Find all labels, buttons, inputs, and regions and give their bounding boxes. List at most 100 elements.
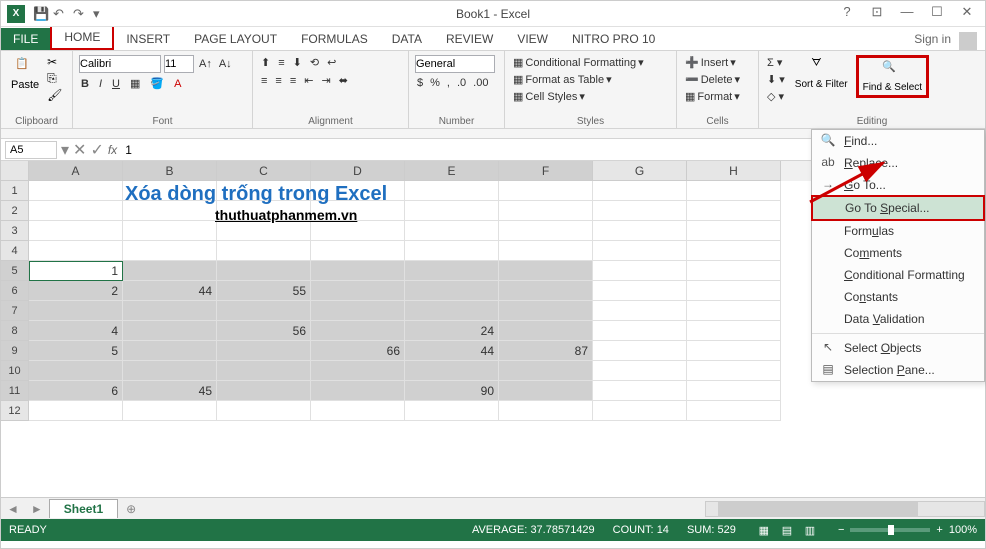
cell[interactable] [29,201,123,221]
find-select-button[interactable]: 🔍 Find & Select [856,55,929,98]
row-header[interactable]: 11 [1,381,29,401]
cell[interactable] [687,261,781,281]
orientation-icon[interactable]: ⟲ [308,55,321,70]
cell[interactable] [687,361,781,381]
cell[interactable] [499,221,593,241]
cell[interactable] [687,401,781,421]
cell[interactable] [123,321,217,341]
undo-icon[interactable]: ↶ [53,6,69,22]
close-icon[interactable]: ✕ [953,4,981,24]
cell[interactable] [405,261,499,281]
sort-filter-button[interactable]: ᗊ Sort & Filter [791,55,852,92]
cell[interactable] [593,381,687,401]
ribbon-options-icon[interactable]: ⊡ [863,4,891,24]
cell[interactable]: 44 [405,341,499,361]
align-middle-icon[interactable]: ≡ [276,55,286,70]
increase-indent-icon[interactable]: ⇥ [319,73,332,88]
cell[interactable] [499,321,593,341]
cell[interactable] [311,361,405,381]
cell[interactable] [311,221,405,241]
cell[interactable]: 44 [123,281,217,301]
number-format-combo[interactable] [415,55,495,73]
row-header[interactable]: 3 [1,221,29,241]
align-top-icon[interactable]: ⬆ [259,55,272,70]
select-all-corner[interactable] [1,161,29,181]
cut-icon[interactable]: ✂ [47,55,62,69]
cell[interactable] [687,181,781,201]
decrease-indent-icon[interactable]: ⇤ [302,73,315,88]
cell[interactable] [499,401,593,421]
cell[interactable] [593,241,687,261]
cell[interactable] [217,341,311,361]
align-center-icon[interactable]: ≡ [273,73,283,88]
cell[interactable]: 66 [311,341,405,361]
column-header[interactable]: B [123,161,217,181]
column-header[interactable]: H [687,161,781,181]
column-header[interactable]: D [311,161,405,181]
font-color-button[interactable]: A [172,76,183,91]
conditional-formatting-button[interactable]: ▦ Conditional Formatting ▾ [511,55,646,70]
cell[interactable] [405,301,499,321]
cell[interactable] [29,241,123,261]
cell[interactable] [29,221,123,241]
cell[interactable] [593,341,687,361]
row-header[interactable]: 5 [1,261,29,281]
cell[interactable] [217,401,311,421]
fx-icon[interactable]: fx [108,143,117,157]
format-cells-button[interactable]: ▦ Format ▾ [683,89,742,104]
cell[interactable] [499,361,593,381]
scrollbar-thumb[interactable] [718,502,918,516]
italic-button[interactable]: I [97,76,104,91]
sheet-nav-prev[interactable]: ◄ [1,502,25,516]
comma-icon[interactable]: , [445,76,452,90]
tab-page-layout[interactable]: PAGE LAYOUT [182,28,289,50]
cell[interactable] [687,381,781,401]
cell[interactable] [217,261,311,281]
cell[interactable] [687,221,781,241]
cell[interactable] [499,301,593,321]
cell[interactable] [499,241,593,261]
row-header[interactable]: 8 [1,321,29,341]
zoom-out-icon[interactable]: − [838,524,844,536]
cell[interactable]: 4 [29,321,123,341]
help-icon[interactable]: ? [833,4,861,24]
cell[interactable] [593,201,687,221]
cell[interactable] [123,301,217,321]
cell[interactable] [217,361,311,381]
align-bottom-icon[interactable]: ⬇ [291,55,304,70]
increase-font-icon[interactable]: A↑ [197,55,214,73]
cell[interactable] [29,181,123,201]
horizontal-scrollbar[interactable] [705,501,985,517]
redo-icon[interactable]: ↷ [73,6,89,22]
cell[interactable] [123,361,217,381]
cell[interactable] [405,281,499,301]
decrease-decimal-icon[interactable]: .00 [471,76,490,90]
menu-constants[interactable]: Constants [812,286,984,308]
sign-in-link[interactable]: Sign in [906,28,959,50]
zoom-slider[interactable] [850,528,930,532]
cell[interactable]: 56 [217,321,311,341]
font-name-combo[interactable] [79,55,161,73]
percent-icon[interactable]: % [428,76,442,90]
minimize-icon[interactable]: — [893,4,921,24]
cell[interactable] [405,241,499,261]
menu-validation[interactable]: Data Validation [812,308,984,330]
row-header[interactable]: 12 [1,401,29,421]
menu-formulas[interactable]: Formulas [812,220,984,242]
cell[interactable] [217,301,311,321]
cell[interactable] [217,381,311,401]
menu-find[interactable]: 🔍Find... [812,130,984,152]
column-header[interactable]: C [217,161,311,181]
cell[interactable]: 2 [29,281,123,301]
paste-button[interactable]: 📋 Paste [7,55,43,93]
row-header[interactable]: 4 [1,241,29,261]
cell[interactable] [311,321,405,341]
column-header[interactable]: E [405,161,499,181]
format-as-table-button[interactable]: ▦ Format as Table ▾ [511,72,614,87]
cell[interactable] [311,241,405,261]
view-page-layout-icon[interactable]: ▤ [777,524,797,537]
cancel-formula-icon[interactable]: ✕ [73,140,86,160]
cell[interactable] [311,261,405,281]
tab-review[interactable]: REVIEW [434,28,505,50]
menu-comments[interactable]: Comments [812,242,984,264]
